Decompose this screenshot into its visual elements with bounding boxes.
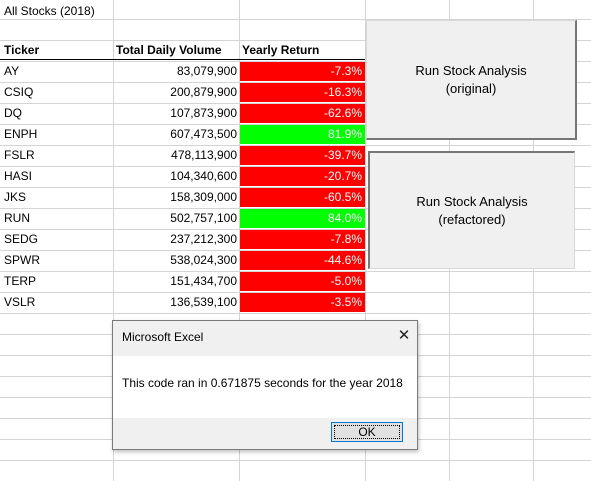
return-cell[interactable]: -16.3% [240,82,362,103]
message-dialog: Microsoft Excel ✕ This code ran in 0.671… [112,320,418,450]
volume-cell[interactable]: 158,309,000 [114,187,237,208]
sheet-title[interactable]: All Stocks (2018) [4,1,95,22]
return-cell[interactable]: -5.0% [240,271,362,292]
run-refactored-label-line1: Run Stock Analysis [416,193,528,209]
return-cell[interactable]: -3.5% [240,292,362,313]
dialog-title: Microsoft Excel [122,330,204,344]
return-cell[interactable]: -7.3% [240,61,362,82]
return-cell[interactable]: -62.6% [240,103,362,124]
volume-cell[interactable]: 607,473,500 [114,124,237,145]
header-return[interactable]: Yearly Return [242,40,319,61]
dialog-message: This code ran in 0.671875 seconds for th… [122,376,403,390]
volume-cell[interactable]: 478,113,900 [114,145,237,166]
ticker-cell[interactable]: DQ [4,103,22,124]
ticker-cell[interactable]: AY [4,61,19,82]
gridline-row [0,313,591,314]
run-original-button[interactable]: Run Stock Analysis (original) [366,20,577,140]
return-cell[interactable]: -44.6% [240,250,362,271]
ticker-cell[interactable]: SEDG [4,229,38,250]
return-cell[interactable]: -7.8% [240,229,362,250]
volume-cell[interactable]: 237,212,300 [114,229,237,250]
volume-cell[interactable]: 538,024,300 [114,250,237,271]
volume-cell[interactable]: 136,539,100 [114,292,237,313]
volume-cell[interactable]: 83,079,900 [114,61,237,82]
ticker-cell[interactable]: ENPH [4,124,37,145]
volume-cell[interactable]: 151,434,700 [114,271,237,292]
gridline-row [0,460,591,461]
run-refactored-button[interactable]: Run Stock Analysis (refactored) [368,151,575,269]
return-cell[interactable]: 84.0% [240,208,362,229]
volume-cell[interactable]: 200,879,900 [114,82,237,103]
run-refactored-label-line2: (refactored) [438,211,506,227]
run-original-label-line1: Run Stock Analysis [415,62,527,78]
return-cell[interactable]: -60.5% [240,187,362,208]
ticker-cell[interactable]: RUN [4,208,30,229]
return-cell[interactable]: 81.9% [240,124,362,145]
header-volume[interactable]: Total Daily Volume [116,40,222,61]
ticker-cell[interactable]: CSIQ [4,82,33,103]
ticker-cell[interactable]: SPWR [4,250,40,271]
ok-button[interactable]: OK [331,422,403,442]
header-ticker[interactable]: Ticker [4,40,39,61]
ticker-cell[interactable]: TERP [4,271,36,292]
close-icon[interactable]: ✕ [393,324,415,348]
focus-rectangle [334,425,400,439]
ticker-cell[interactable]: FSLR [4,145,35,166]
volume-cell[interactable]: 104,340,600 [114,166,237,187]
header-border [0,59,365,60]
return-cell[interactable]: -20.7% [240,166,362,187]
ticker-cell[interactable]: JKS [4,187,26,208]
ticker-cell[interactable]: HASI [4,166,32,187]
ticker-cell[interactable]: VSLR [4,292,35,313]
volume-cell[interactable]: 107,873,900 [114,103,237,124]
return-cell[interactable]: -39.7% [240,145,362,166]
volume-cell[interactable]: 502,757,100 [114,208,237,229]
run-original-label-line2: (original) [445,80,497,96]
